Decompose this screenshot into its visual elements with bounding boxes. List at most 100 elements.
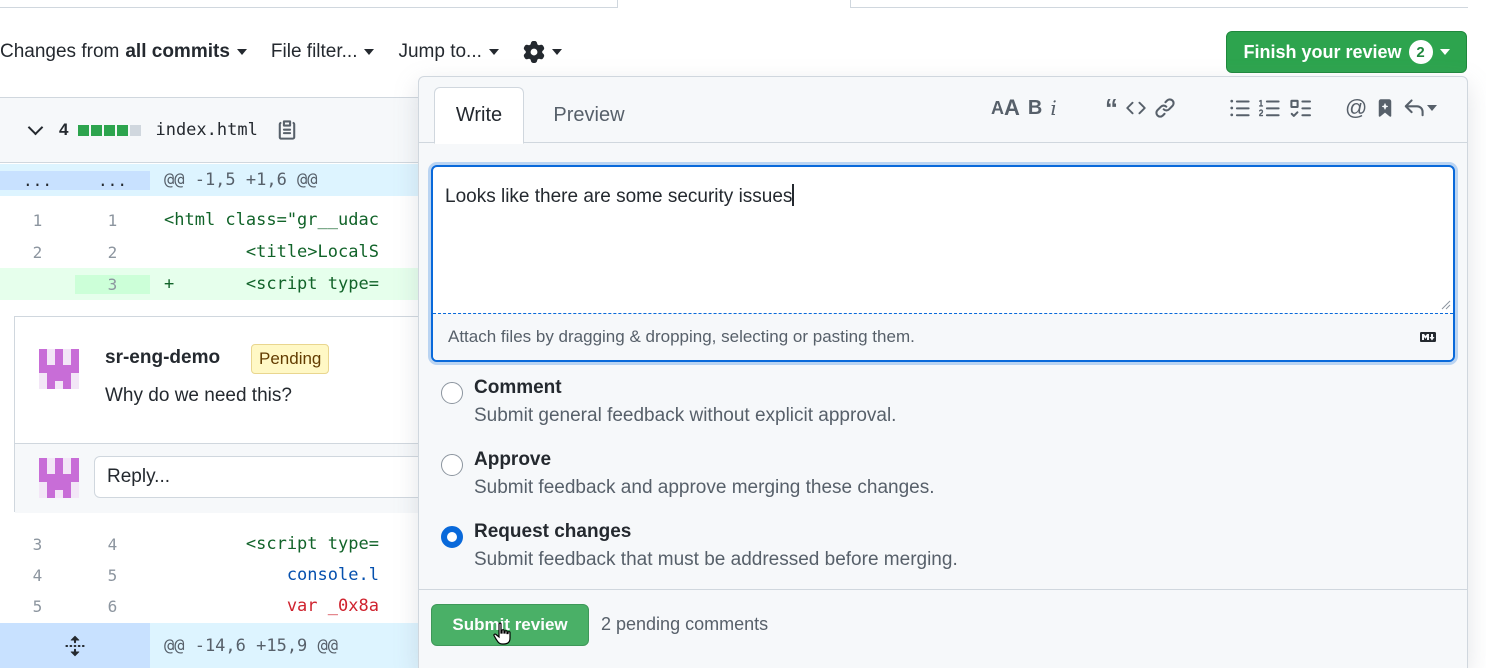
extra-tools: @ <box>1345 93 1445 123</box>
diff-line-added: 3 + <script type= <box>0 268 430 300</box>
chevron-down-icon <box>364 49 375 55</box>
avatar <box>39 349 79 389</box>
reply-arrow-icon[interactable] <box>1403 93 1438 123</box>
reply-input[interactable]: Reply... <box>94 456 434 498</box>
new-line-number[interactable]: 4 <box>75 535 150 554</box>
diff-code: @@ -1,5 +1,6 @@ <box>164 170 318 190</box>
hand-pointer-cursor-icon <box>493 622 511 645</box>
new-line-number[interactable]: 2 <box>75 243 150 262</box>
pr-files-toolbar: Changes from all commits File filter... … <box>0 34 586 70</box>
markdown-icon[interactable] <box>1416 329 1440 345</box>
changes-from-value: all commits <box>125 41 230 62</box>
reply-row: Reply... <box>15 443 434 513</box>
finish-review-label: Finish your review <box>1243 41 1402 62</box>
diff-code: <script type= <box>164 534 379 554</box>
diff-hunk-header: @@ -14,6 +15,9 @@ <box>0 623 430 668</box>
diff-line: 3 4 <script type= <box>0 528 430 560</box>
avatar <box>39 458 79 498</box>
new-line-number: ... <box>75 170 150 190</box>
chevron-down-icon <box>551 49 562 55</box>
pending-comments-count: 2 pending comments <box>601 614 769 634</box>
top-panel-left <box>0 0 618 8</box>
changes-from-dropdown[interactable]: Changes from all commits <box>0 41 247 63</box>
review-option-request-changes[interactable]: Request changes Submit feedback that mus… <box>441 521 1441 581</box>
old-line-number[interactable]: 1 <box>0 211 75 230</box>
diff-code: + <script type= <box>164 274 379 294</box>
diff-line: 1 1 <html class="gr__udac <box>0 204 430 236</box>
file-name[interactable]: index.html <box>155 120 257 140</box>
old-line-number[interactable]: 4 <box>0 566 75 585</box>
file-header: 4 index.html <box>0 97 430 163</box>
old-line-number[interactable]: 3 <box>0 535 75 554</box>
resize-handle-icon[interactable] <box>1441 300 1451 310</box>
text-format-tools: AA B i <box>991 93 1065 123</box>
radio-approve[interactable] <box>441 454 463 476</box>
old-line-number[interactable]: 5 <box>0 597 75 616</box>
bulleted-list-icon[interactable] <box>1229 93 1251 123</box>
diff-code: console.l <box>164 565 379 585</box>
pending-badge: Pending <box>251 344 330 374</box>
file-filter-dropdown[interactable]: File filter... <box>271 41 375 63</box>
code-icon[interactable] <box>1126 93 1146 123</box>
option-title: Approve <box>474 449 552 470</box>
settings-dropdown[interactable] <box>523 41 562 63</box>
editor-tabs: Write Preview AA B i “ @ <box>419 77 1467 144</box>
heading-icon[interactable]: AA <box>991 93 1020 123</box>
diffstat-bar <box>78 124 142 136</box>
chevron-down-icon <box>1427 105 1438 111</box>
new-line-number[interactable]: 3 <box>75 274 150 294</box>
diff-code: <title>LocalS <box>164 242 379 262</box>
chevron-down-icon <box>488 49 499 55</box>
tab-write[interactable]: Write <box>434 87 524 144</box>
review-option-approve[interactable]: Approve Submit feedback and approve merg… <box>441 449 1441 509</box>
quote-icon[interactable]: “ <box>1105 93 1118 123</box>
comment-author[interactable]: sr-eng-demo <box>105 347 220 369</box>
attach-files-bar[interactable]: Attach files by dragging & dropping, sel… <box>433 313 1453 360</box>
option-description: Submit feedback that must be addressed b… <box>474 549 958 570</box>
finish-review-button[interactable]: Finish your review 2 <box>1226 31 1467 73</box>
diff-line: 4 5 console.l <box>0 559 430 591</box>
insert-tools: “ <box>1105 93 1184 123</box>
text-cursor <box>792 184 794 206</box>
list-tools <box>1229 93 1319 123</box>
option-description: Submit feedback and approve merging thes… <box>474 477 935 498</box>
attach-files-hint: Attach files by dragging & dropping, sel… <box>448 327 915 346</box>
mention-icon[interactable]: @ <box>1345 93 1367 123</box>
diff-line: 2 2 <title>LocalS <box>0 236 430 268</box>
file-filter-label: File filter... <box>270 41 358 62</box>
review-comment-text: Looks like there are some security issue… <box>445 186 793 207</box>
expand-lines-button[interactable] <box>0 623 150 668</box>
gear-icon <box>523 41 545 63</box>
review-option-comment[interactable]: Comment Submit general feedback without … <box>441 377 1441 437</box>
task-list-icon[interactable] <box>1289 93 1311 123</box>
tab-preview[interactable]: Preview <box>539 87 639 144</box>
italic-icon[interactable]: i <box>1050 93 1056 123</box>
jump-to-label: Jump to... <box>398 41 482 62</box>
bold-icon[interactable]: B <box>1028 93 1042 123</box>
option-description: Submit general feedback without explicit… <box>474 405 897 426</box>
comment-body: Why do we need this? <box>105 385 292 406</box>
old-line-number[interactable]: 2 <box>0 243 75 262</box>
review-comment-textarea[interactable]: Looks like there are some security issue… <box>431 165 1455 362</box>
diff-change-count: 4 <box>59 120 69 139</box>
new-line-number[interactable]: 5 <box>75 566 150 585</box>
saved-replies-icon[interactable] <box>1375 93 1395 123</box>
new-line-number[interactable]: 6 <box>75 597 150 616</box>
pending-count-badge: 2 <box>1408 40 1433 64</box>
chevron-down-icon <box>236 49 247 55</box>
jump-to-dropdown[interactable]: Jump to... <box>398 41 499 63</box>
diff-hunk-header: ... ... @@ -1,5 +1,6 @@ <box>0 164 430 196</box>
diff-code: var _0x8a <box>164 596 379 616</box>
radio-comment[interactable] <box>441 382 463 404</box>
unfold-icon <box>65 635 85 656</box>
radio-request-changes[interactable] <box>441 526 463 548</box>
option-title: Request changes <box>474 521 632 542</box>
new-line-number[interactable]: 1 <box>75 211 150 230</box>
collapse-chevron-icon[interactable] <box>27 119 44 135</box>
old-line-number: ... <box>0 170 75 190</box>
review-popover: Write Preview AA B i “ @ Looks like ther… <box>418 76 1468 668</box>
numbered-list-icon[interactable] <box>1259 93 1281 123</box>
top-panel-right <box>850 0 1468 8</box>
copy-clipboard-icon[interactable] <box>276 119 298 141</box>
link-icon[interactable] <box>1154 93 1176 123</box>
